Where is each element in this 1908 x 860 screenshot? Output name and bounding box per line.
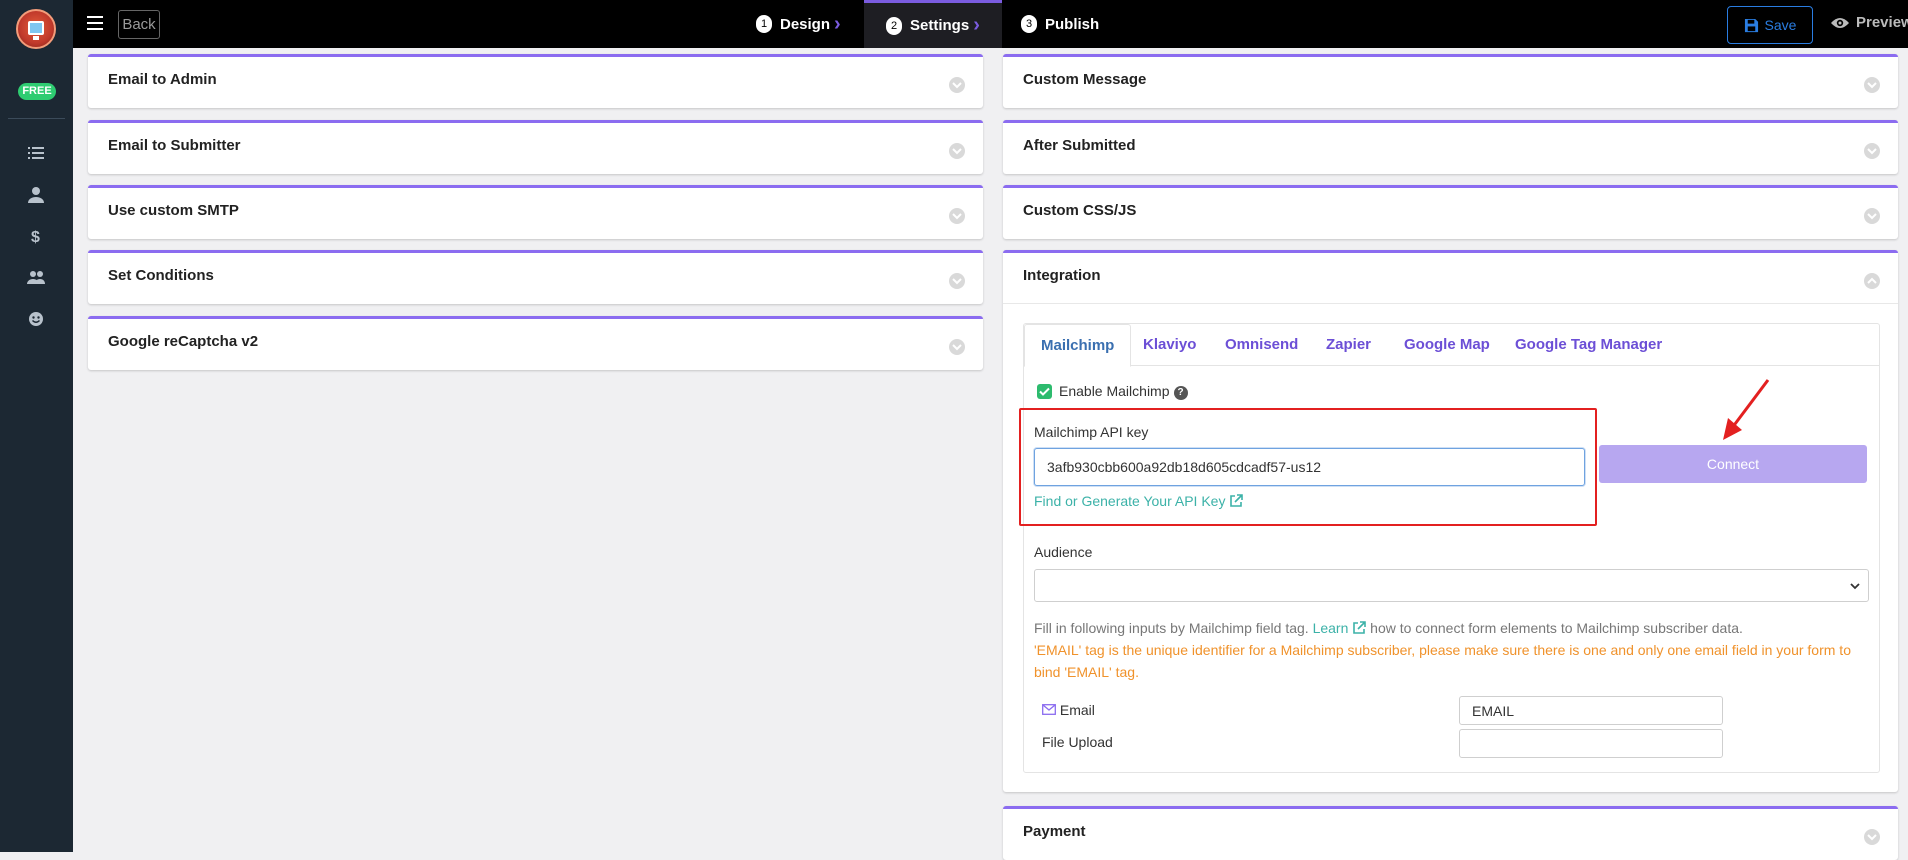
plan-badge: FREE: [18, 83, 56, 100]
chevron-down-icon[interactable]: [1864, 143, 1880, 159]
floppy-disk-icon: [1744, 18, 1758, 32]
integration-tabs: Mailchimp Klaviyo Omnisend Zapier Google…: [1024, 324, 1879, 367]
email-tag-warning: 'EMAIL' tag is the unique identifier for…: [1034, 642, 1851, 680]
field-row-file-upload: File Upload: [1042, 734, 1113, 750]
chevron-down-icon[interactable]: [949, 143, 965, 159]
panel-title: Use custom SMTP: [108, 202, 239, 219]
audience-label: Audience: [1034, 544, 1093, 560]
chevron-down-icon[interactable]: [1864, 77, 1880, 93]
email-tag-input[interactable]: [1459, 696, 1723, 725]
panel-title: Custom Message: [1023, 71, 1147, 88]
mailchimp-field-note: Fill in following inputs by Mailchimp fi…: [1034, 620, 1743, 636]
help-icon[interactable]: ?: [1173, 386, 1188, 400]
save-button[interactable]: Save: [1727, 6, 1813, 44]
panel-email-to-admin[interactable]: Email to Admin: [88, 54, 983, 108]
panel-email-to-submitter[interactable]: Email to Submitter: [88, 120, 983, 174]
top-bar: Back 1 Design › 2 Settings › 3 Publish S…: [73, 0, 1908, 48]
tab-klaviyo[interactable]: Klaviyo: [1143, 324, 1196, 366]
chevron-down-icon[interactable]: [949, 77, 965, 93]
svg-text:$: $: [31, 229, 40, 246]
preview-button[interactable]: Preview: [1830, 14, 1908, 31]
tab-zapier[interactable]: Zapier: [1326, 324, 1371, 366]
chevron-down-icon[interactable]: [1864, 829, 1880, 845]
file-upload-tag-input[interactable]: [1459, 729, 1723, 758]
panel-use-custom-smtp[interactable]: Use custom SMTP: [88, 185, 983, 239]
panel-google-recaptcha[interactable]: Google reCaptcha v2: [88, 316, 983, 370]
panel-custom-css-js[interactable]: Custom CSS/JS: [1003, 185, 1898, 239]
audience-select[interactable]: [1034, 569, 1869, 602]
annotation-arrow: [1723, 379, 1770, 440]
dollar-icon[interactable]: $: [26, 226, 46, 246]
chevron-right-icon: ›: [834, 12, 841, 35]
connect-button[interactable]: Connect: [1599, 445, 1867, 483]
panel-set-conditions[interactable]: Set Conditions: [88, 250, 983, 304]
sidebar-divider: [8, 118, 65, 119]
enable-mailchimp-checkbox[interactable]: [1037, 384, 1052, 399]
panel-title: Payment: [1023, 823, 1086, 840]
user-icon[interactable]: [26, 185, 46, 205]
panel-title: Google reCaptcha v2: [108, 333, 259, 350]
chevron-down-icon[interactable]: [1864, 208, 1880, 224]
panel-title: Integration: [1023, 267, 1101, 284]
learn-link[interactable]: Learn: [1313, 620, 1371, 636]
smile-icon[interactable]: [26, 309, 46, 329]
panel-title: Custom CSS/JS: [1023, 202, 1137, 219]
enable-mailchimp-label: Enable Mailchimp?: [1059, 383, 1188, 400]
hamburger-menu-icon[interactable]: [87, 16, 103, 30]
users-icon[interactable]: [26, 267, 46, 287]
chevron-up-icon[interactable]: [1864, 273, 1880, 289]
chevron-down-icon[interactable]: [949, 339, 965, 355]
field-row-email: Email: [1042, 702, 1095, 718]
app-logo[interactable]: [16, 9, 56, 49]
annotation-highlight-box: [1019, 408, 1597, 526]
chevron-down-icon: [1850, 583, 1860, 590]
step-settings[interactable]: 2 Settings ›: [864, 0, 1002, 48]
eye-icon: [1831, 17, 1849, 28]
panel-title: Set Conditions: [108, 267, 214, 284]
chevron-right-icon: ›: [973, 14, 980, 36]
panel-title: Email to Submitter: [108, 137, 241, 154]
panel-after-submitted[interactable]: After Submitted: [1003, 120, 1898, 174]
panel-custom-message[interactable]: Custom Message: [1003, 54, 1898, 108]
chevron-down-icon[interactable]: [949, 208, 965, 224]
step-publish[interactable]: 3 Publish: [1021, 0, 1099, 48]
panel-title: Email to Admin: [108, 71, 217, 88]
list-icon[interactable]: [26, 143, 46, 163]
sidebar: FREE $: [0, 0, 73, 852]
external-link-icon: [1353, 621, 1367, 634]
panel-divider: [1003, 303, 1898, 304]
tab-mailchimp[interactable]: Mailchimp: [1024, 324, 1132, 367]
chevron-down-icon[interactable]: [949, 273, 965, 289]
tab-omnisend[interactable]: Omnisend: [1225, 324, 1298, 366]
tab-google-map[interactable]: Google Map: [1404, 324, 1490, 366]
back-button[interactable]: Back: [118, 10, 160, 39]
panel-title: After Submitted: [1023, 137, 1136, 154]
envelope-icon: [1042, 704, 1056, 715]
step-design[interactable]: 1 Design ›: [756, 0, 841, 48]
tab-google-tag-manager[interactable]: Google Tag Manager: [1515, 324, 1662, 366]
